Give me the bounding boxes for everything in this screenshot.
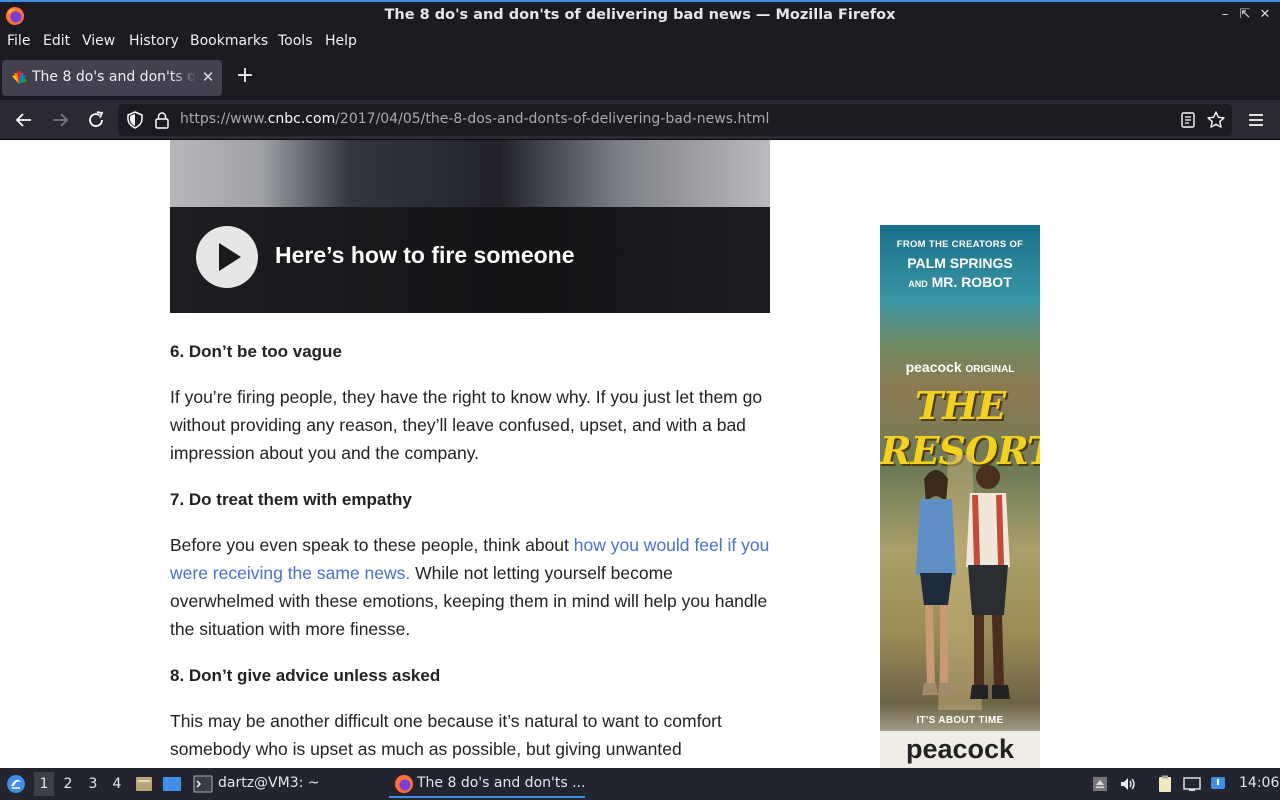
clock[interactable]: 14:06	[1239, 775, 1279, 791]
restore-icon[interactable]: ⇱	[1238, 8, 1252, 22]
ad-peacock-original: peacock ORIGINAL	[905, 359, 1015, 375]
bookmark-star-icon[interactable]	[1206, 110, 1226, 130]
forward-arrow-icon[interactable]	[48, 108, 72, 132]
active-task-indicator	[389, 796, 585, 798]
tab-title: The 8 do's and don'ts of delivering bad …	[32, 69, 197, 85]
navigation-bar: https://www.cnbc.com/2017/04/05/the-8-do…	[0, 100, 1280, 140]
menu-bookmarks[interactable]: Bookmarks	[190, 33, 268, 49]
workspace-1[interactable]: 1	[34, 772, 54, 796]
close-icon[interactable]: ✕	[1258, 8, 1272, 22]
reader-view-icon[interactable]	[1179, 111, 1197, 129]
reload-icon[interactable]	[84, 108, 108, 132]
menu-view[interactable]: View	[82, 33, 115, 49]
ad-palm-springs: PALM SPRINGS	[907, 255, 1013, 271]
workspace-3[interactable]: 3	[83, 776, 103, 792]
clipboard-icon[interactable]	[1155, 774, 1175, 794]
taskbar-terminal[interactable]: dartz@VM3: ~	[218, 775, 320, 791]
lock-icon[interactable]	[154, 111, 170, 129]
video-thumbnail	[170, 140, 770, 207]
firefox-taskbar-icon	[395, 775, 413, 793]
menu-edit[interactable]: Edit	[43, 33, 70, 49]
minimize-icon[interactable]: –	[1218, 8, 1232, 22]
ad-peacock-logo: peacock	[880, 731, 1040, 768]
hamburger-menu-icon[interactable]	[1244, 108, 1268, 132]
section-paragraph-8: This may be another difficult one becaus…	[170, 711, 722, 759]
advertisement-banner[interactable]: FROM THE CREATORS OF PALM SPRINGS AND MR…	[880, 225, 1040, 768]
play-icon[interactable]	[196, 226, 258, 288]
video-title[interactable]: Here’s how to fire someone	[275, 242, 575, 269]
section-paragraph-7: Before you even speak to these people, t…	[170, 535, 770, 639]
section-heading-7: 7. Do treat them with empathy	[170, 490, 412, 509]
video-player[interactable]: Here’s how to fire someone	[170, 140, 770, 313]
tab-active[interactable]: The 8 do's and don'ts of delivering bad …	[2, 60, 222, 96]
nbc-peacock-icon	[12, 71, 27, 84]
workspace-2[interactable]: 2	[58, 776, 78, 792]
menu-tools[interactable]: Tools	[278, 33, 313, 49]
network-icon[interactable]	[1182, 774, 1202, 794]
window-title: The 8 do's and don'ts of delivering bad …	[384, 7, 896, 23]
eject-icon[interactable]	[1090, 774, 1110, 794]
taskbar-firefox[interactable]: The 8 do's and don'ts ...	[417, 775, 585, 791]
shield-icon[interactable]	[126, 111, 144, 129]
back-arrow-icon[interactable]	[12, 108, 36, 132]
ad-creators-line: FROM THE CREATORS OF	[896, 239, 1024, 250]
window-titlebar: The 8 do's and don'ts of delivering bad …	[0, 0, 1280, 30]
section-heading-8: 8. Don’t give advice unless asked	[170, 666, 441, 685]
ad-mr-robot: AND MR. ROBOT	[908, 274, 1012, 290]
section-heading-6: 6. Don’t be too vague	[170, 342, 342, 361]
url-text[interactable]: https://www.cnbc.com/2017/04/05/the-8-do…	[180, 111, 769, 127]
ad-couple-illustration	[916, 455, 1010, 710]
section-paragraph-6: If you’re firing people, they have the r…	[170, 387, 763, 463]
menu-help[interactable]: Help	[325, 33, 357, 49]
start-menu-icon[interactable]	[6, 774, 26, 794]
terminal-icon	[193, 775, 213, 793]
menu-history[interactable]: History	[129, 33, 179, 49]
ad-tagline: IT'S ABOUT TIME	[916, 715, 1004, 726]
workspace-4[interactable]: 4	[107, 776, 127, 792]
taskbar: 1 2 3 4 dartz@VM3: ~ The 8 do's and don'…	[0, 768, 1280, 800]
new-tab-button[interactable]: +	[234, 65, 256, 88]
menu-file[interactable]: File	[7, 33, 30, 49]
tab-close-icon[interactable]: ✕	[199, 68, 217, 86]
url-bar[interactable]: https://www.cnbc.com/2017/04/05/the-8-do…	[118, 104, 1232, 136]
file-manager-icon[interactable]	[134, 774, 154, 794]
page-content: Here’s how to fire someone 6. Don’t be t…	[0, 140, 1280, 768]
menu-bar: File Edit View History Bookmarks Tools H…	[0, 30, 1280, 56]
notification-icon[interactable]	[1208, 774, 1228, 794]
desktop-icon[interactable]	[162, 774, 182, 794]
tab-strip: The 8 do's and don'ts of delivering bad …	[0, 56, 1280, 100]
volume-icon[interactable]	[1118, 774, 1138, 794]
